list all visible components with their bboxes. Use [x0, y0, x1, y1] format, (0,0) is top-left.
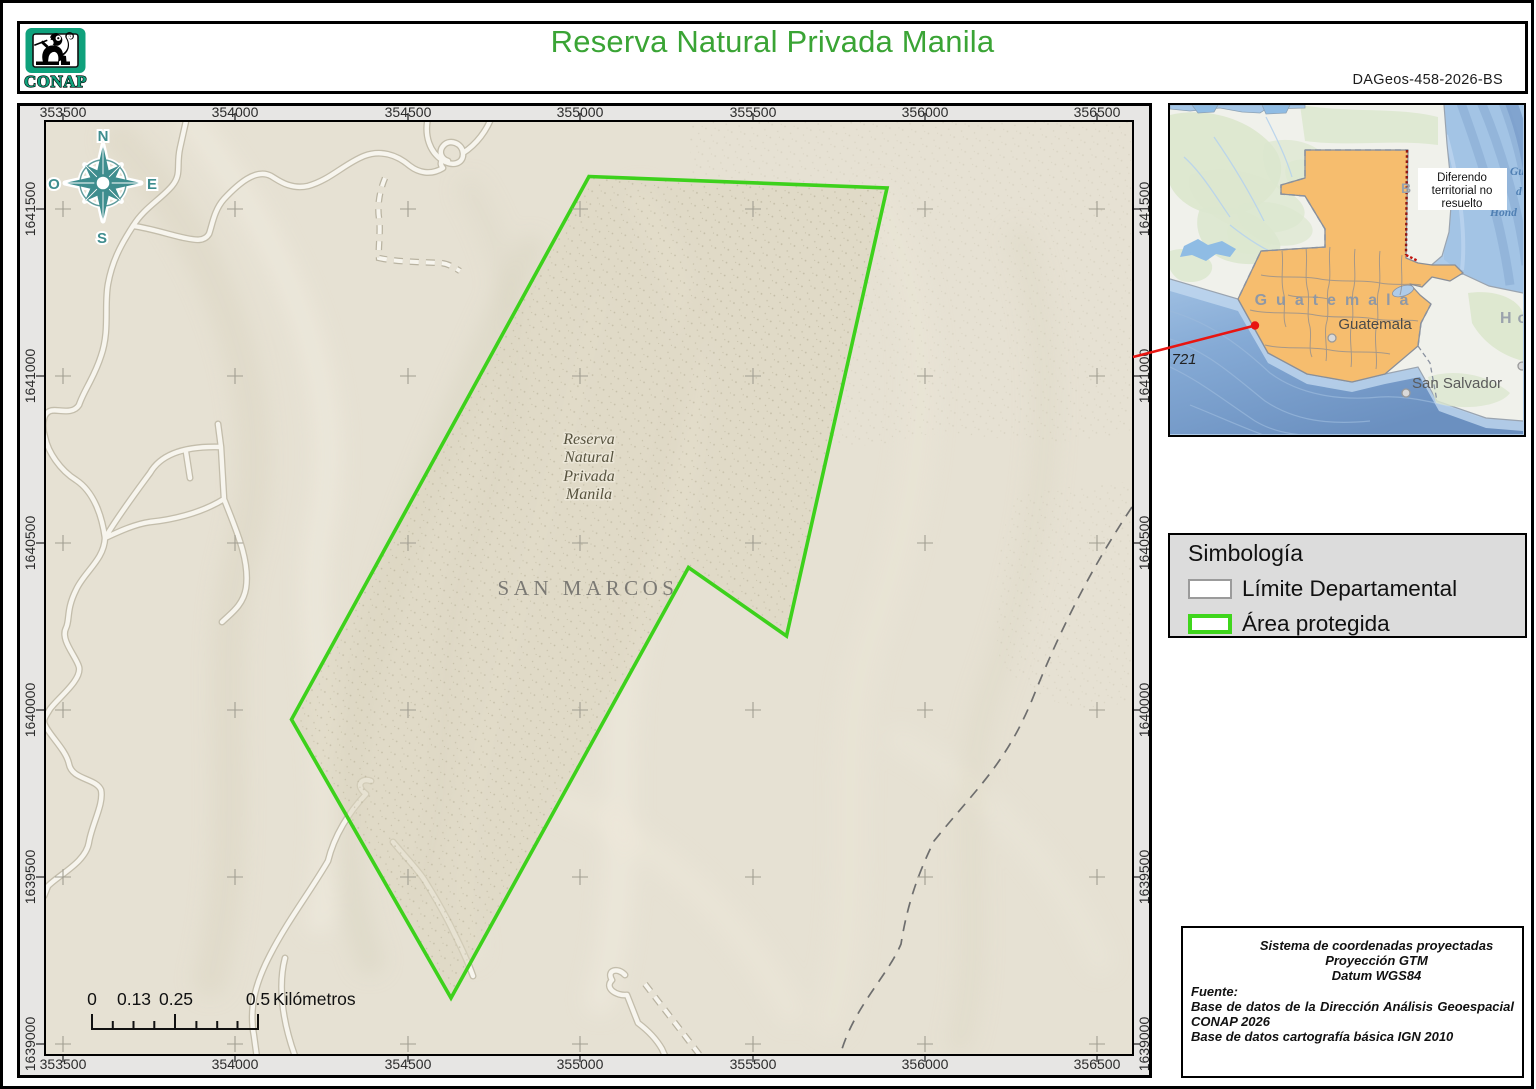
- svg-text:O: O: [48, 176, 60, 193]
- svg-text:resuelto: resuelto: [1442, 198, 1483, 210]
- svg-text:Guatemala: Guatemala: [1255, 292, 1418, 309]
- svg-text:E: E: [147, 176, 157, 193]
- svg-text:0.5: 0.5: [246, 989, 270, 1009]
- svg-text:San Salvador: San Salvador: [1412, 375, 1502, 392]
- svg-text:Manila: Manila: [565, 486, 612, 503]
- svg-text:B: B: [1401, 180, 1411, 196]
- svg-text:0: 0: [87, 989, 97, 1009]
- svg-text:721: 721: [1171, 351, 1196, 368]
- svg-text:Gu: Gu: [1510, 166, 1523, 178]
- svg-text:territorial no: territorial no: [1432, 185, 1493, 197]
- svg-text:CONAP: CONAP: [24, 72, 87, 91]
- svg-text:N: N: [98, 128, 109, 145]
- svg-text:Privada: Privada: [562, 468, 615, 485]
- svg-text:0.13: 0.13: [117, 989, 151, 1009]
- svg-text:0.25: 0.25: [159, 989, 193, 1009]
- svg-text:Guatemala: Guatemala: [1338, 316, 1412, 333]
- svg-text:Ho: Ho: [1500, 310, 1523, 327]
- svg-text:Natural: Natural: [563, 449, 614, 466]
- svg-text:S: S: [97, 230, 107, 247]
- svg-text:Diferendo: Diferendo: [1437, 172, 1487, 184]
- svg-text:Kilómetros: Kilómetros: [273, 989, 356, 1009]
- svg-text:Reserva: Reserva: [562, 431, 615, 448]
- svg-text:d: d: [1516, 186, 1522, 198]
- svg-text:SAN MARCOS: SAN MARCOS: [498, 576, 679, 600]
